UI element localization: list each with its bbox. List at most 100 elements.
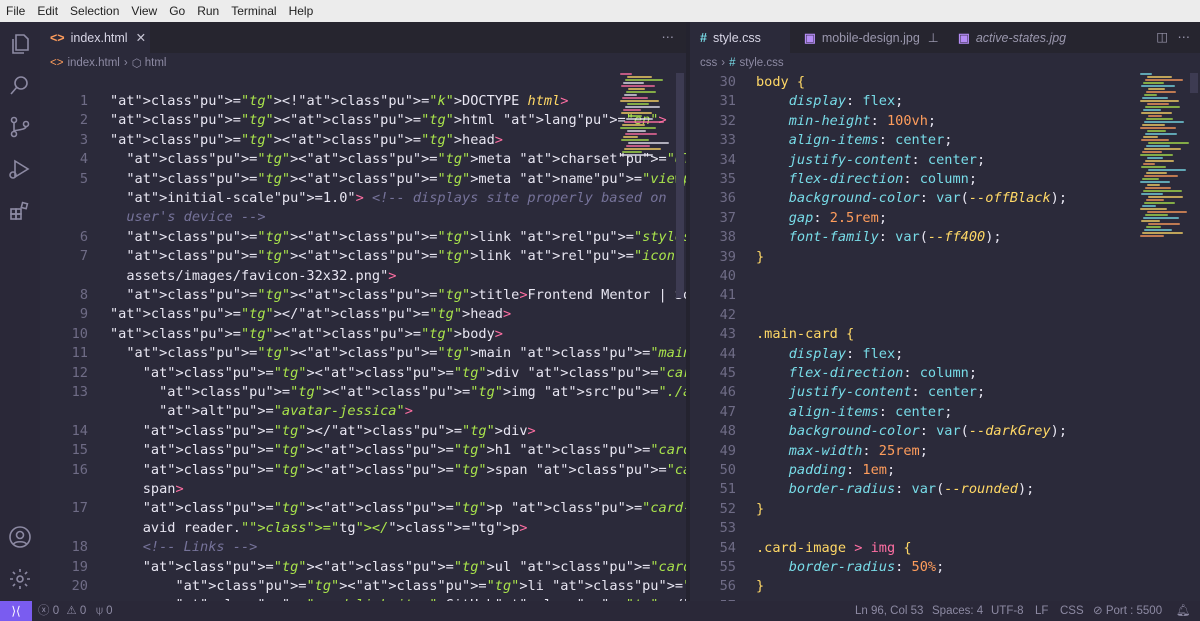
run-debug-icon[interactable]	[8, 157, 32, 181]
close-icon[interactable]: ✕	[136, 30, 146, 45]
minimap-line	[1142, 124, 1165, 126]
html-file-icon: <>	[50, 57, 64, 69]
chevron-right-icon: ›	[123, 57, 128, 69]
minimap-line	[1141, 85, 1175, 87]
minimap-line	[1145, 160, 1174, 162]
live-server[interactable]: ⊘ Port : 5500	[1093, 601, 1162, 621]
code-line: "at">alt"pu">="avatar-jessica">	[159, 403, 413, 420]
encoding[interactable]: UTF-8	[991, 601, 1024, 621]
menu-selection[interactable]: Selection	[64, 0, 125, 22]
explorer-icon[interactable]	[8, 32, 32, 56]
code-line: max-width: 25rem;	[788, 442, 928, 459]
warning-count: 0	[79, 605, 87, 617]
more-actions-icon[interactable]: ⋯	[1178, 22, 1191, 53]
code-line: span>	[110, 481, 184, 497]
minimap-line	[1147, 211, 1187, 213]
minimap-line	[1144, 229, 1172, 231]
split-editor-icon[interactable]: ◫	[1156, 22, 1168, 53]
menu-view[interactable]: View	[125, 0, 163, 22]
line-number: 49	[719, 442, 736, 459]
account-icon[interactable]	[8, 525, 32, 549]
line-number: 30	[719, 74, 736, 90]
code-editor-right[interactable]: 30 body {31 display: flex; 32 min-height: …	[690, 73, 1200, 601]
tab-active-states[interactable]: ▣ active-states.jpg	[948, 22, 1088, 53]
breadcrumb-file[interactable]: index.html	[67, 57, 119, 69]
line-number: 46	[719, 384, 736, 401]
line-number: 33	[719, 132, 736, 149]
settings-gear-icon[interactable]	[8, 567, 32, 591]
minimap-line	[1145, 106, 1180, 108]
code-line: "at">class"pu">="tg"><"at">class"pu">="t…	[126, 228, 686, 245]
breadcrumb-element[interactable]: html	[145, 57, 167, 69]
more-actions-icon[interactable]: ⋯	[662, 22, 675, 53]
breadcrumb-folder[interactable]: css	[700, 57, 717, 69]
menu-edit[interactable]: Edit	[31, 0, 64, 22]
line-number: 51	[719, 481, 736, 498]
menu-terminal[interactable]: Terminal	[225, 0, 282, 22]
error-count: 0	[52, 605, 60, 617]
code-line: "at">class"pu">="tg"><"at">class"pu">="t…	[142, 461, 686, 478]
ports-indicator[interactable]: ⍦ 0	[96, 601, 113, 621]
status-bar: ⟩⟨ ⓧ 0 ⚠ 0 ⍦ 0 Ln 96, Col 53 Spaces: 4 U…	[0, 601, 1200, 621]
source-control-icon[interactable]	[8, 115, 32, 139]
minimap-line	[624, 148, 661, 150]
line-number: 1	[79, 93, 88, 109]
minimap-line	[1141, 139, 1169, 141]
indentation[interactable]: Spaces: 4	[932, 601, 983, 621]
minimap-line	[1143, 163, 1155, 165]
minimap-line	[1140, 154, 1173, 156]
code-line: "at">class"pu">="tg"><"at">class"pu">="t…	[126, 151, 686, 168]
line-number: 14	[71, 422, 88, 439]
extensions-icon[interactable]	[8, 199, 32, 223]
minimap-line	[1144, 175, 1178, 177]
minimap-line	[1140, 181, 1170, 183]
search-icon[interactable]	[8, 73, 32, 97]
code-line: body {	[756, 74, 806, 90]
warning-icon: ⚠	[66, 605, 77, 617]
minimap-line	[623, 109, 641, 111]
minimap-left[interactable]	[620, 73, 676, 233]
minimap-line	[1140, 73, 1152, 75]
minimap-line	[627, 76, 652, 78]
code-line: avid reader."">class">="tg"></">class">=…	[110, 519, 528, 536]
live-server-label: Port : 5500	[1105, 605, 1163, 617]
image-file-icon: ▣	[804, 31, 816, 45]
chevron-right-icon: ›	[721, 57, 726, 69]
minimap-line	[620, 154, 653, 156]
line-number: 20	[71, 578, 88, 594]
minimap-right[interactable]	[1140, 73, 1196, 237]
tab-mobile-design[interactable]: ▣ mobile-design.jpg ⊥	[794, 22, 944, 53]
code-editor-left[interactable]: 1 "at">class"pu">="tg"><!"at">class"pu">=…	[40, 73, 686, 601]
notifications-bell-icon[interactable]: 🔔︎	[1176, 601, 1191, 621]
image-file-icon: ▣	[958, 31, 970, 45]
minimap-line	[1147, 130, 1166, 132]
breadcrumb-file[interactable]: style.css	[740, 57, 784, 69]
code-line: .card-image > img {	[756, 539, 912, 556]
minimap-line	[1146, 172, 1167, 174]
scrollbar-left[interactable]	[676, 73, 684, 298]
menu-help[interactable]: Help	[283, 0, 320, 22]
end-of-line[interactable]: LF	[1035, 601, 1048, 621]
menu-file[interactable]: File	[0, 0, 31, 22]
minimap-line	[1144, 148, 1181, 150]
minimap-line	[1140, 100, 1179, 102]
code-line: "at">class"pu">="tg"><"at">class"pu">="t…	[126, 170, 686, 187]
scrollbar-right[interactable]	[1190, 73, 1198, 93]
code-line: "at">class"pu">="tg"></"at">class"pu">="…	[110, 306, 512, 323]
tab-style-css[interactable]: # style.css	[690, 22, 790, 53]
tab-bar-left: <> index.html ✕ ⋯	[40, 22, 686, 53]
remote-indicator-icon[interactable]: ⟩⟨	[0, 601, 32, 621]
code-line: "at">class"pu">="tg"><"at">class"pu">="t…	[126, 248, 684, 265]
tab-index-html[interactable]: <> index.html ✕	[40, 22, 150, 53]
language-mode[interactable]: CSS	[1060, 601, 1084, 621]
menu-go[interactable]: Go	[163, 0, 191, 22]
code-line: "at">class"pu">="tg"><"at">class"pu">="t…	[110, 112, 667, 129]
menu-run[interactable]: Run	[191, 0, 225, 22]
minimap-line	[624, 121, 664, 123]
problems-indicator[interactable]: ⓧ 0 ⚠ 0	[38, 601, 86, 621]
pin-icon[interactable]: ⊥	[928, 30, 939, 45]
line-number: 43	[719, 326, 736, 343]
cursor-position[interactable]: Ln 96, Col 53	[855, 601, 923, 621]
line-number: 45	[719, 365, 736, 381]
activity-bar	[0, 22, 40, 601]
